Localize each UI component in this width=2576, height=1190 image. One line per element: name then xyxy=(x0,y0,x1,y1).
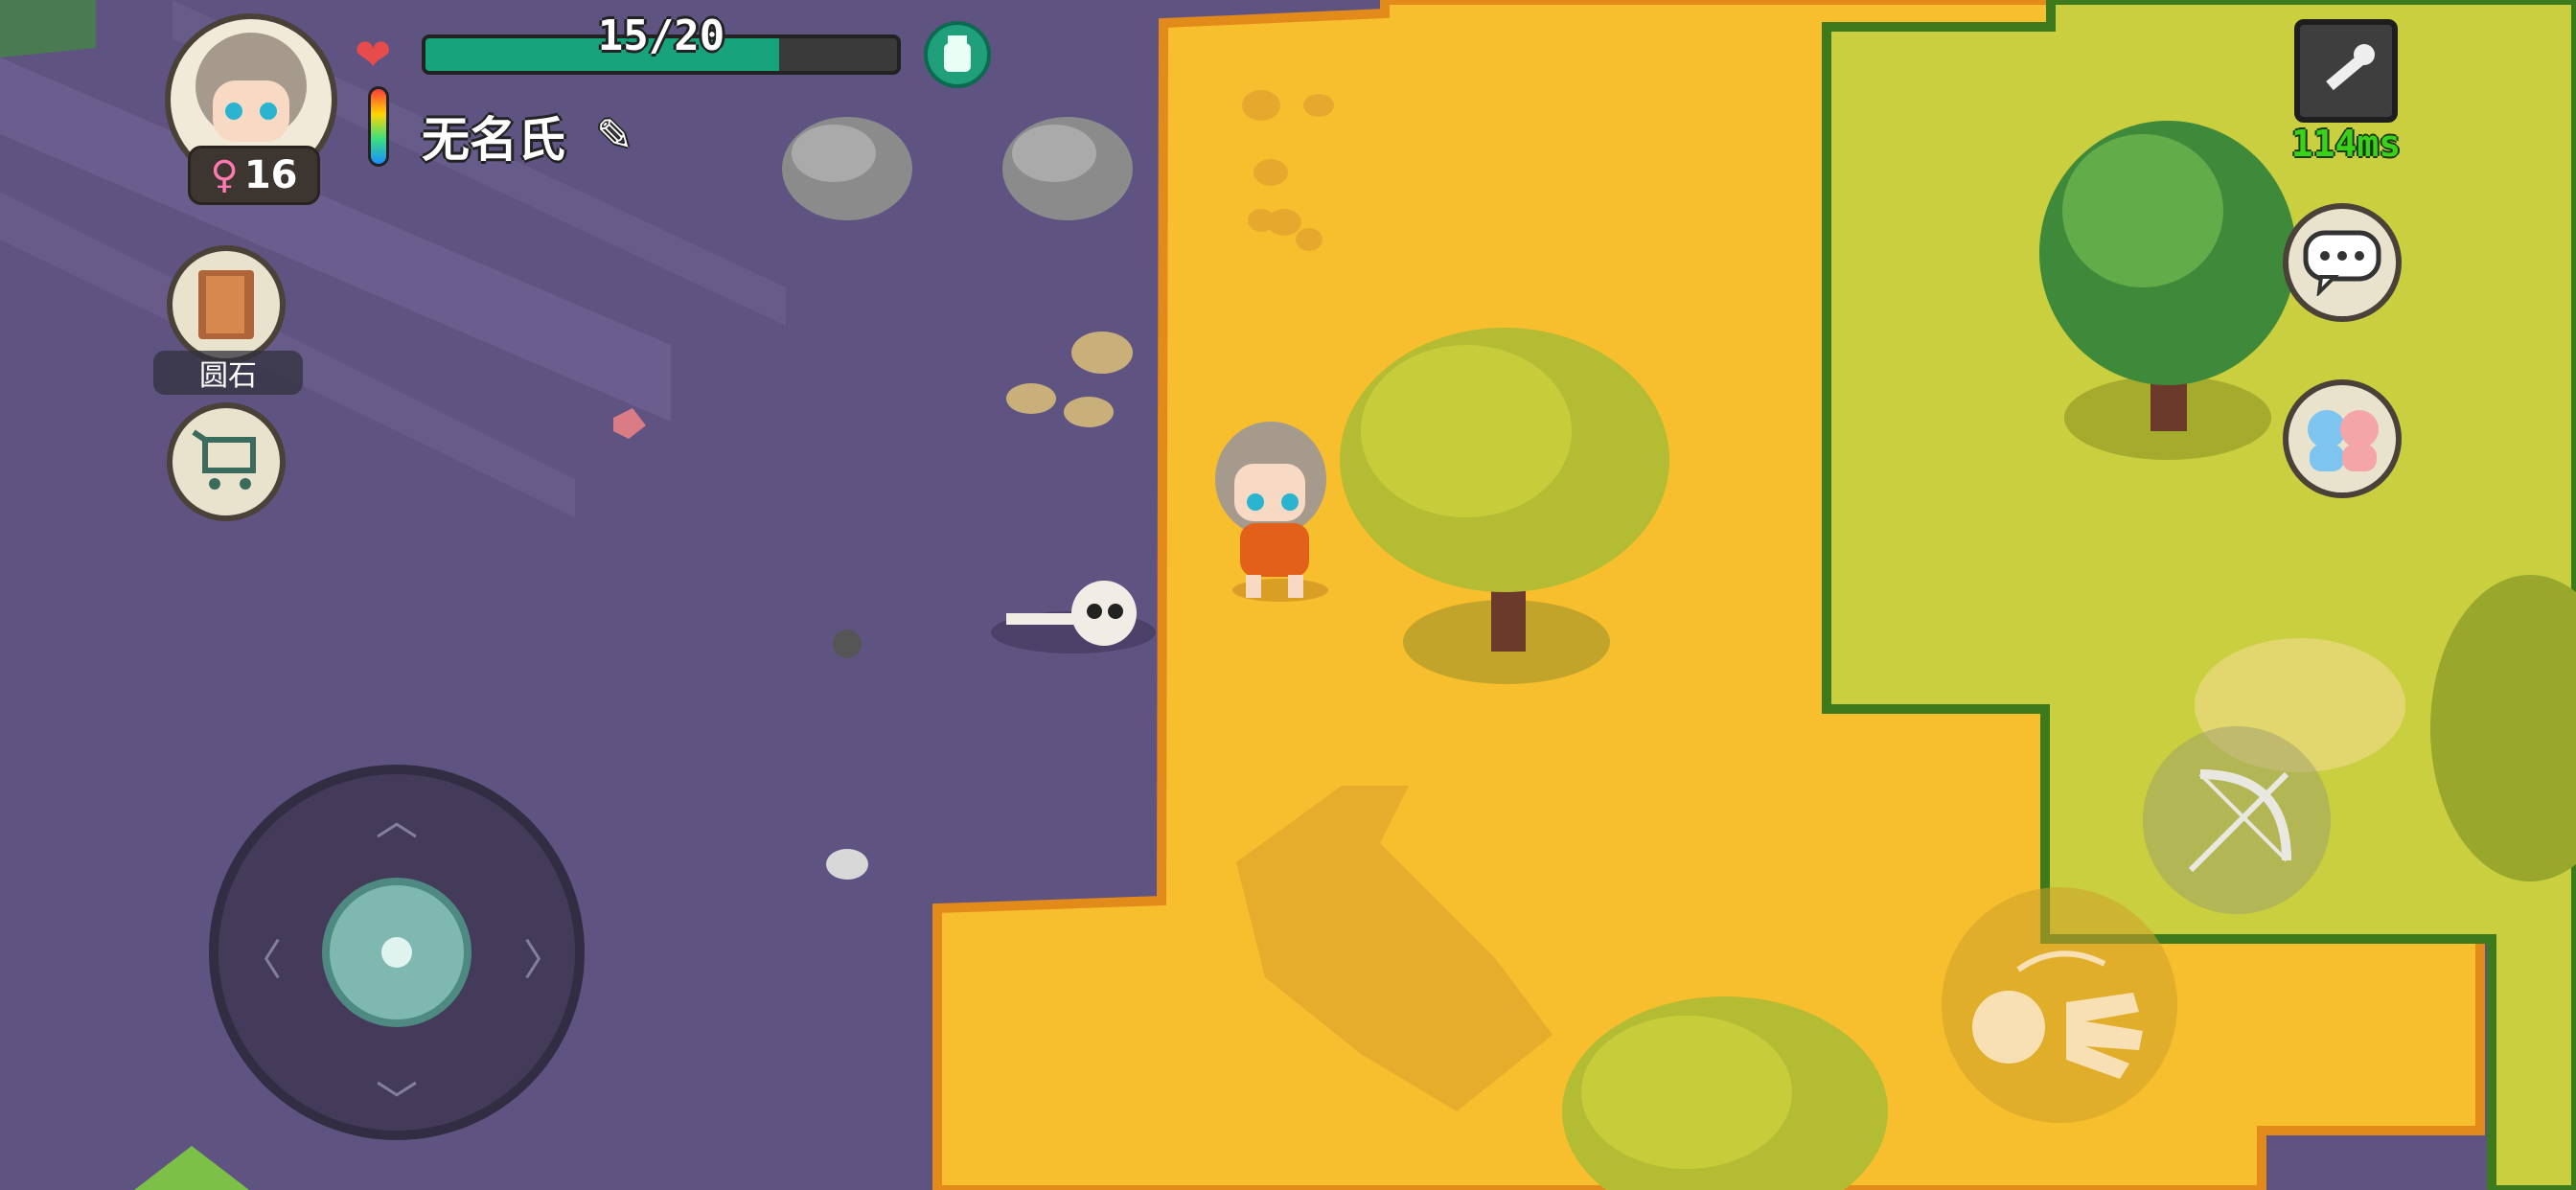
boulder xyxy=(782,117,912,220)
female-icon: ♀ xyxy=(210,153,239,197)
joystick-up-arrow: ︿ xyxy=(376,796,418,845)
attack-button[interactable] xyxy=(2143,726,2331,914)
stone-pebble xyxy=(833,629,862,658)
stone-pebble xyxy=(826,849,868,880)
health-text: 15/20 xyxy=(597,11,725,60)
joystick-dot-icon xyxy=(381,937,412,968)
social-button[interactable] xyxy=(2283,379,2402,498)
chat-bubble-icon xyxy=(2303,230,2381,296)
settings-button[interactable] xyxy=(2294,19,2398,123)
ping-indicator: 114ms xyxy=(2290,123,2402,165)
held-item-label: 圆石 xyxy=(153,351,303,395)
oak-tree xyxy=(2039,121,2296,460)
stepping-stone xyxy=(1064,397,1114,427)
shop-button[interactable] xyxy=(167,402,286,521)
player-name: 无名氏 xyxy=(422,112,565,168)
bow-icon xyxy=(2188,769,2291,873)
joystick-right-arrow: 〉 xyxy=(523,936,565,985)
chat-button[interactable] xyxy=(2283,203,2402,322)
pencil-icon[interactable]: ✎ xyxy=(596,109,633,161)
wrench-icon xyxy=(2326,44,2375,91)
age-value: 16 xyxy=(243,153,298,197)
joystick-left-arrow: 〈 xyxy=(240,936,282,985)
heart-icon: ❤ xyxy=(355,29,392,80)
recipe-book-button[interactable] xyxy=(167,245,286,364)
grass-patch xyxy=(0,0,96,57)
food-button[interactable] xyxy=(924,21,991,88)
age-badge: ♀ 16 xyxy=(188,146,320,205)
stepping-stone xyxy=(1071,332,1133,374)
boulder xyxy=(1002,117,1133,220)
food-jar-icon xyxy=(944,35,971,72)
joystick-down-arrow: ﹀ xyxy=(376,1078,418,1127)
shopping-cart-icon xyxy=(192,429,256,490)
friends-icon xyxy=(2308,410,2379,471)
recipe-book-icon xyxy=(198,270,254,339)
thermometer-icon xyxy=(368,86,389,167)
hand-icon xyxy=(1972,950,2143,1079)
interact-button[interactable] xyxy=(1942,887,2177,1123)
joystick-knob[interactable] xyxy=(322,878,472,1027)
stepping-stone xyxy=(1006,383,1056,414)
